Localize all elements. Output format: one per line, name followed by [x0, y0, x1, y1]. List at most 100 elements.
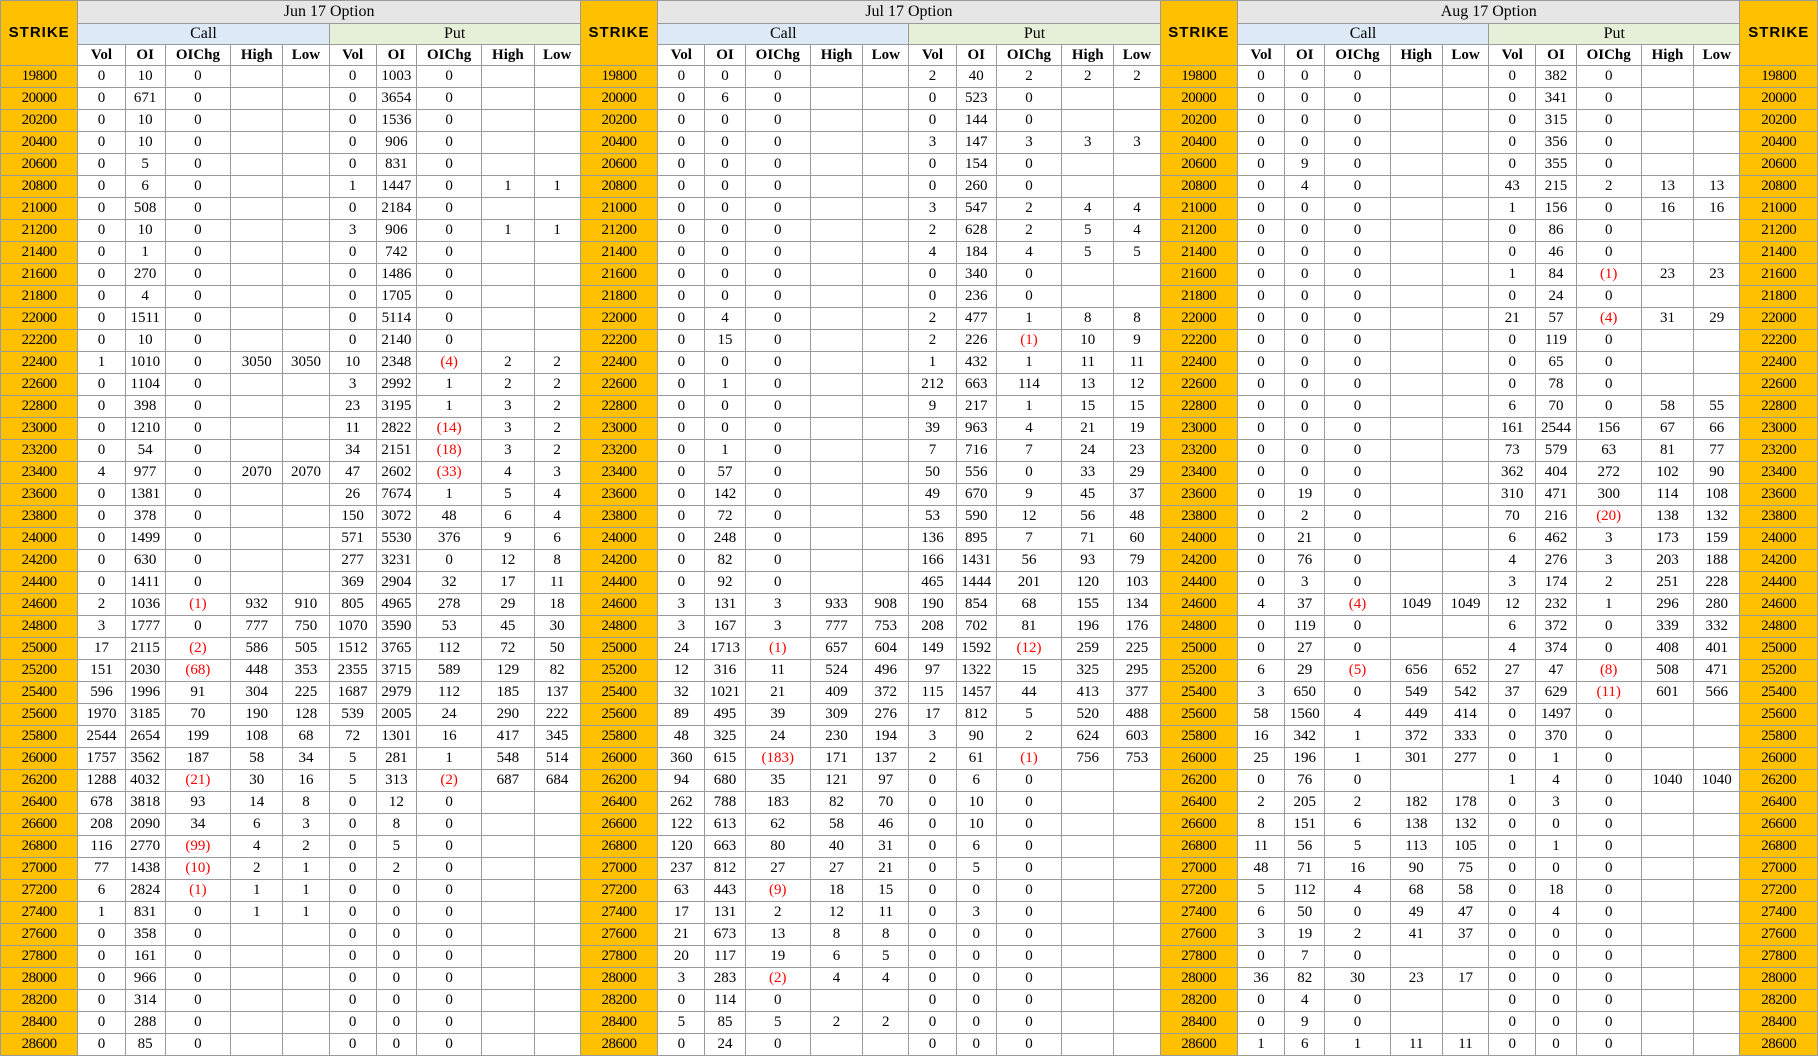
vol-cell: 0	[77, 219, 126, 242]
strike-cell: 25400	[1159, 681, 1238, 704]
high-cell: 9	[481, 527, 535, 550]
oi-cell: 19	[1284, 923, 1326, 946]
put-group-header: Put	[1488, 23, 1741, 45]
oi-cell: 0	[955, 967, 997, 990]
low-cell	[533, 835, 581, 858]
oichg-cell: 0	[1324, 439, 1391, 462]
oichg-cell: 0	[1575, 857, 1642, 880]
low-cell: 3	[282, 813, 330, 836]
oichg-cell: (21)	[164, 769, 232, 792]
oichg-cell: 0	[1575, 989, 1642, 1012]
high-cell: 508	[1640, 659, 1695, 682]
strike-cell: 23800	[579, 505, 659, 528]
oi-cell: 112	[1284, 879, 1326, 902]
low-cell: 9	[1113, 329, 1161, 352]
table-row: 28200 0 314 0 0 0 0 28200 0 114 0 0 0 0 28200 0 4 0 0 0 0 282…	[0, 989, 1818, 1012]
vol-cell: 25	[1236, 747, 1286, 770]
vol-cell: 0	[1236, 505, 1286, 528]
high-cell: 182	[1389, 791, 1443, 814]
vol-cell: 4	[77, 461, 126, 484]
oichg-cell: 0	[744, 571, 811, 594]
high-cell	[1389, 483, 1443, 506]
oi-cell: 0	[375, 879, 417, 902]
strike-cell: 24200	[1739, 549, 1818, 572]
low-cell: 90	[1693, 461, 1741, 484]
high-cell: 687	[481, 769, 535, 792]
column-header-row: Vol OI OIChg High Low Vol OI OIChg High Low Vol OI O…	[1, 44, 1818, 66]
high-cell	[481, 1033, 535, 1056]
oi-cell: 161	[124, 945, 166, 968]
high-cell: 2	[481, 373, 535, 396]
oichg-cell: 0	[995, 175, 1063, 198]
high-cell: 259	[1061, 637, 1115, 660]
oi-cell: 4	[1284, 175, 1326, 198]
oichg-cell: 0	[1575, 967, 1642, 990]
oi-cell: 1592	[955, 637, 997, 660]
high-cell	[1389, 153, 1443, 176]
oichg-cell: (4)	[1575, 307, 1642, 330]
vol-cell: 1	[1488, 197, 1537, 220]
low-cell: 3	[1113, 131, 1161, 154]
low-cell	[282, 967, 330, 990]
oi-cell: 1438	[124, 857, 166, 880]
low-cell	[282, 285, 330, 308]
low-cell	[862, 395, 910, 418]
vol-cell: 0	[77, 549, 126, 572]
low-cell	[282, 571, 330, 594]
high-cell	[481, 241, 535, 264]
oichg-cell: 2	[744, 901, 811, 924]
oichg-cell: 2	[995, 197, 1063, 220]
high-cell: 777	[809, 615, 864, 638]
table-row: 20600 0 5 0 0 831 0 20600 0 0 0 0 154 0 20600 0 9 0 0 355 0 2…	[0, 153, 1818, 176]
strike-cell: 25600	[579, 703, 659, 726]
low-cell	[1441, 989, 1490, 1012]
low-cell: 401	[1693, 637, 1741, 660]
table-row: 27400 1 831 0 1 1 0 0 0 27400 17 131 2 12 11 0 3 0 27400 6 5…	[0, 901, 1818, 924]
oichg-cell: 0	[1324, 505, 1391, 528]
oichg-cell: 3	[744, 615, 811, 638]
vol-cell: 23	[328, 395, 377, 418]
high-cell: 114	[1640, 483, 1695, 506]
high-cell	[1640, 109, 1695, 132]
low-cell: 8	[862, 923, 910, 946]
oi-cell: 270	[124, 263, 166, 286]
vol-cell: 0	[1236, 1011, 1286, 1034]
vol-cell: 0	[77, 1033, 126, 1056]
low-cell	[862, 87, 910, 110]
vol-cell: 0	[657, 153, 706, 176]
low-cell	[862, 109, 910, 132]
vol-cell: 0	[1236, 329, 1286, 352]
oi-cell: 10	[955, 813, 997, 836]
low-cell	[533, 813, 581, 836]
oi-cell: 1444	[955, 571, 997, 594]
vol-cell: 2355	[328, 659, 377, 682]
high-cell	[230, 219, 284, 242]
high-cell: 12	[481, 549, 535, 572]
oichg-cell: 0	[1575, 1033, 1642, 1056]
oi-cell: 742	[375, 241, 417, 264]
oichg-cell: 112	[415, 681, 483, 704]
oi-cell: 630	[124, 549, 166, 572]
vol-cell: 2	[908, 747, 957, 770]
high-cell	[809, 65, 864, 88]
low-cell	[1693, 791, 1741, 814]
oichg-cell: 0	[164, 945, 232, 968]
table-row: 22800 0 398 0 23 3195 1 3 2 22800 0 0 0 9 217 1 15 15 2280…	[0, 395, 1818, 418]
strike-cell: 23600	[0, 483, 79, 506]
high-cell	[481, 901, 535, 924]
oi-cell: 370	[1535, 725, 1577, 748]
oi-cell: 1301	[375, 725, 417, 748]
oi-cell: 3	[1284, 571, 1326, 594]
oi-cell: 281	[375, 747, 417, 770]
vol-cell: 237	[657, 857, 706, 880]
low-cell: 60	[1113, 527, 1161, 550]
high-cell: 6	[809, 945, 864, 968]
low-cell: 3050	[282, 351, 330, 374]
high-cell	[1389, 637, 1443, 660]
vol-cell: 48	[657, 725, 706, 748]
strike-cell: 25800	[1159, 725, 1238, 748]
oichg-cell: 0	[415, 263, 483, 286]
strike-cell: 28000	[1739, 967, 1818, 990]
oi-cell: 57	[1535, 307, 1577, 330]
vol-cell: 39	[908, 417, 957, 440]
